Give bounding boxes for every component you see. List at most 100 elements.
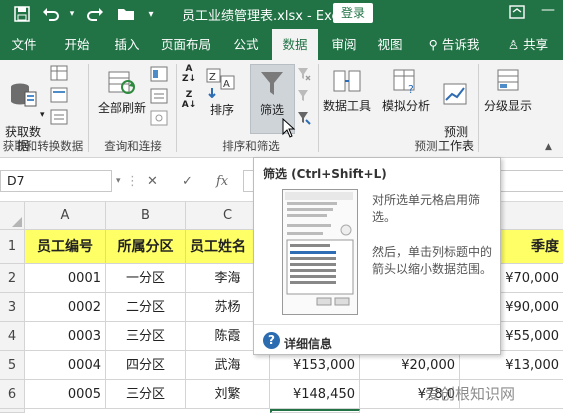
ribbon-display-icon[interactable] [509,4,525,24]
tab-data[interactable]: 数据 [272,29,318,60]
table-cell[interactable]: 一分区 [106,264,186,293]
cancel-icon[interactable]: ✕ [147,174,158,189]
more-info-link[interactable]: 详细信息 [284,335,332,352]
redo-icon[interactable] [84,4,106,24]
filter-button[interactable]: 筛选 [252,70,292,118]
tab-formulas[interactable]: 公式 [226,29,266,60]
row-header-3[interactable]: 3 [0,293,25,322]
table-cell[interactable]: 刘繁 [186,380,270,409]
table-cell[interactable]: ¥153,000 [270,351,360,380]
share-button[interactable]: ♙ 共享 [498,29,558,60]
column-header-b[interactable]: B [106,202,186,230]
name-box[interactable]: D7 [0,170,112,192]
row-header-5[interactable]: 5 [0,351,25,380]
watermark: 爱创根知识网 [425,385,516,403]
filter-preview-image [282,189,358,315]
login-button[interactable]: 登录 [333,3,373,23]
query-small-buttons [150,66,170,126]
data-tools-label: 数据工具 [322,99,371,113]
row-header-1[interactable]: 1 [0,230,25,264]
ribbon-tabs: 文件 开始 插入 页面布局 公式 数据 审阅 视图 ⚲ 告诉我 ♙ 共享 [0,29,563,60]
table-cell[interactable]: 二分区 [106,293,186,322]
group-sort-filter: 排序和筛选 [222,139,280,153]
share-label: 共享 [523,37,549,52]
tooltip-divider [254,324,500,325]
row-header-4[interactable]: 4 [0,322,25,351]
tab-home[interactable]: 开始 [57,29,97,60]
queries-connections-icon[interactable] [150,66,168,82]
sort-label: 排序 [209,103,234,117]
row-header-6[interactable]: 6 [0,380,25,409]
advanced-filter-icon[interactable] [297,110,311,126]
table-cell[interactable]: 0003 [25,322,106,351]
sort-ascending-icon[interactable]: A Z↓ [180,64,198,84]
tab-view[interactable]: 视图 [370,29,410,60]
column-header-a[interactable]: A [25,202,106,230]
outline-icon [497,69,519,91]
tab-tell-me[interactable]: ⚲ 告诉我 [421,29,487,60]
table-cell[interactable]: ¥148,450 [270,380,360,409]
collapse-ribbon-icon[interactable]: ▲ [545,142,552,152]
properties-icon[interactable] [150,88,168,104]
sort-descending-icon[interactable]: Z A↓ [180,90,198,110]
table-header-cell[interactable]: 所属分区 [106,230,186,264]
data-tools-button[interactable]: 数据工具 [320,68,374,114]
more-options-icon: ⋮ [126,174,139,189]
get-data-dropdown-icon[interactable]: ▾ [40,110,45,120]
recent-sources-icon[interactable] [50,108,68,126]
tab-review[interactable]: 审阅 [324,29,364,60]
customize-icon[interactable]: ▾ [144,4,158,24]
database-icon [11,83,37,107]
tab-file[interactable]: 文件 [4,29,44,60]
save-icon[interactable] [12,4,32,24]
table-cell[interactable]: 三分区 [106,322,186,351]
sort-az-buttons: A Z↓ Z A↓ [180,64,198,110]
what-if-icon: ? [393,69,415,94]
from-table-icon[interactable] [50,64,68,82]
table-cell[interactable]: 三分区 [106,380,186,409]
undo-icon[interactable] [40,4,62,24]
group-queries: 查询和连接 [104,139,162,153]
row-header-2[interactable]: 2 [0,264,25,293]
ribbon-separator [318,64,319,152]
table-cell[interactable]: 武海 [186,351,270,380]
data-tools-icon [333,70,361,92]
tooltip-instructions: 然后，单击列标题中的箭头以缩小数据范围。 [372,245,493,276]
reapply-filter-icon[interactable] [297,88,311,104]
clear-filter-icon[interactable] [297,66,311,82]
table-cell[interactable]: 0001 [25,264,106,293]
table-cell[interactable]: 0002 [25,293,106,322]
table-cell[interactable]: 0005 [25,380,106,409]
undo-dropdown-icon[interactable]: ▾ [66,4,78,24]
funnel-icon [261,72,283,95]
mouse-cursor-icon [282,118,296,138]
group-forecast: 预测 [414,139,438,153]
tooltip-title: 筛选 (Ctrl+Shift+L) [263,167,387,181]
name-box-dropdown-icon[interactable]: ▾ [116,176,121,186]
table-cell[interactable]: ¥20,000 [360,351,460,380]
insert-function-icon[interactable]: fx [216,174,228,189]
filter-tooltip: 筛选 (Ctrl+Shift+L) 对所选单元格启用筛选。 然后，单击列标题中的… [253,157,501,355]
outline-button[interactable]: 分级显示 [480,68,536,114]
row-header-7[interactable] [0,409,25,413]
tab-insert[interactable]: 插入 [107,29,147,60]
folder-icon[interactable] [116,4,136,24]
selected-cell-d7[interactable] [270,409,360,413]
svg-text:A: A [223,79,230,90]
select-all-corner[interactable] [0,202,25,230]
help-icon[interactable]: ? [263,332,280,349]
enter-icon[interactable]: ✓ [182,174,193,189]
table-cell[interactable]: ¥13,000 [460,351,563,380]
sort-button[interactable]: Z A 排序 [202,68,242,118]
minimize-icon[interactable]: — [541,2,555,18]
table-cell[interactable]: 四分区 [106,351,186,380]
table-header-cell[interactable]: 员工编号 [25,230,106,264]
table-cell[interactable]: 0004 [25,351,106,380]
edit-links-icon[interactable] [150,110,168,126]
tab-page-layout[interactable]: 页面布局 [155,29,217,60]
refresh-all-label: 全部刷新 [97,101,146,115]
what-if-analysis-button[interactable]: ? 模拟分析 [378,68,434,114]
forecast-chart-icon [443,83,467,105]
from-web-icon[interactable] [50,86,68,104]
refresh-all-button[interactable]: 全部刷新 [92,70,152,116]
